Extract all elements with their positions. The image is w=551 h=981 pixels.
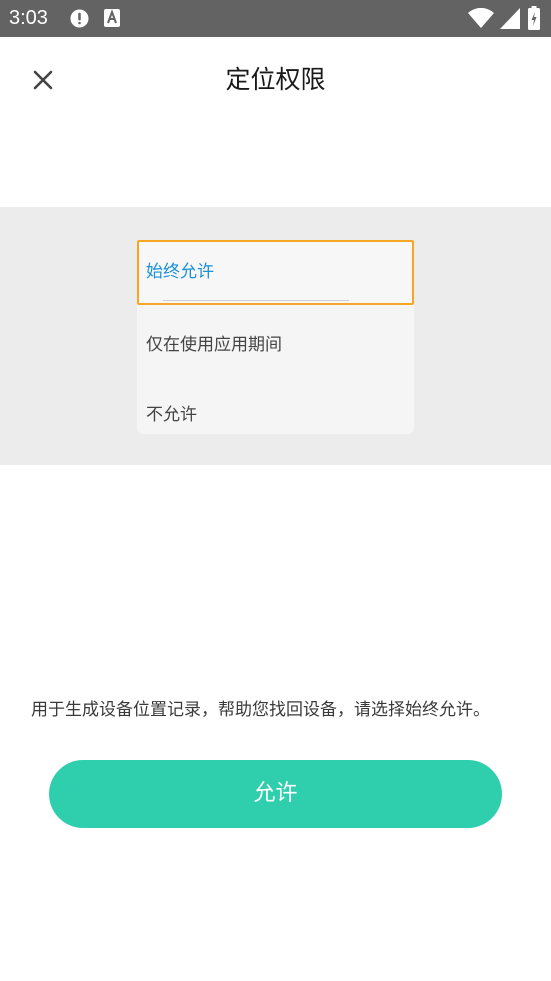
signal-icon bbox=[500, 8, 520, 29]
battery-icon bbox=[528, 6, 540, 30]
wifi-icon bbox=[468, 8, 494, 28]
status-bar: 3:03 bbox=[0, 0, 551, 37]
page-title: 定位权限 bbox=[225, 65, 326, 94]
alert-icon bbox=[70, 9, 89, 28]
permission-preview: 始终允许 仅在使用应用期间 不允许 bbox=[0, 207, 551, 465]
option-always-allow[interactable]: 始终允许 bbox=[137, 240, 414, 305]
option-always-allow-label: 始终允许 bbox=[146, 262, 214, 282]
status-time: 3:03 bbox=[9, 7, 48, 29]
font-icon bbox=[104, 9, 120, 27]
allow-button[interactable]: 允许 bbox=[49, 760, 502, 828]
permission-options-card: 始终允许 仅在使用应用期间 不允许 bbox=[137, 240, 414, 434]
option-deny[interactable]: 不允许 bbox=[137, 395, 414, 435]
permission-description: 用于生成设备位置记录，帮助您找回设备，请选择始终允许。 bbox=[31, 700, 490, 720]
option-while-using-label: 仅在使用应用期间 bbox=[146, 335, 282, 355]
option-divider bbox=[163, 300, 349, 301]
option-deny-label: 不允许 bbox=[146, 405, 197, 425]
option-while-using[interactable]: 仅在使用应用期间 bbox=[137, 325, 414, 365]
